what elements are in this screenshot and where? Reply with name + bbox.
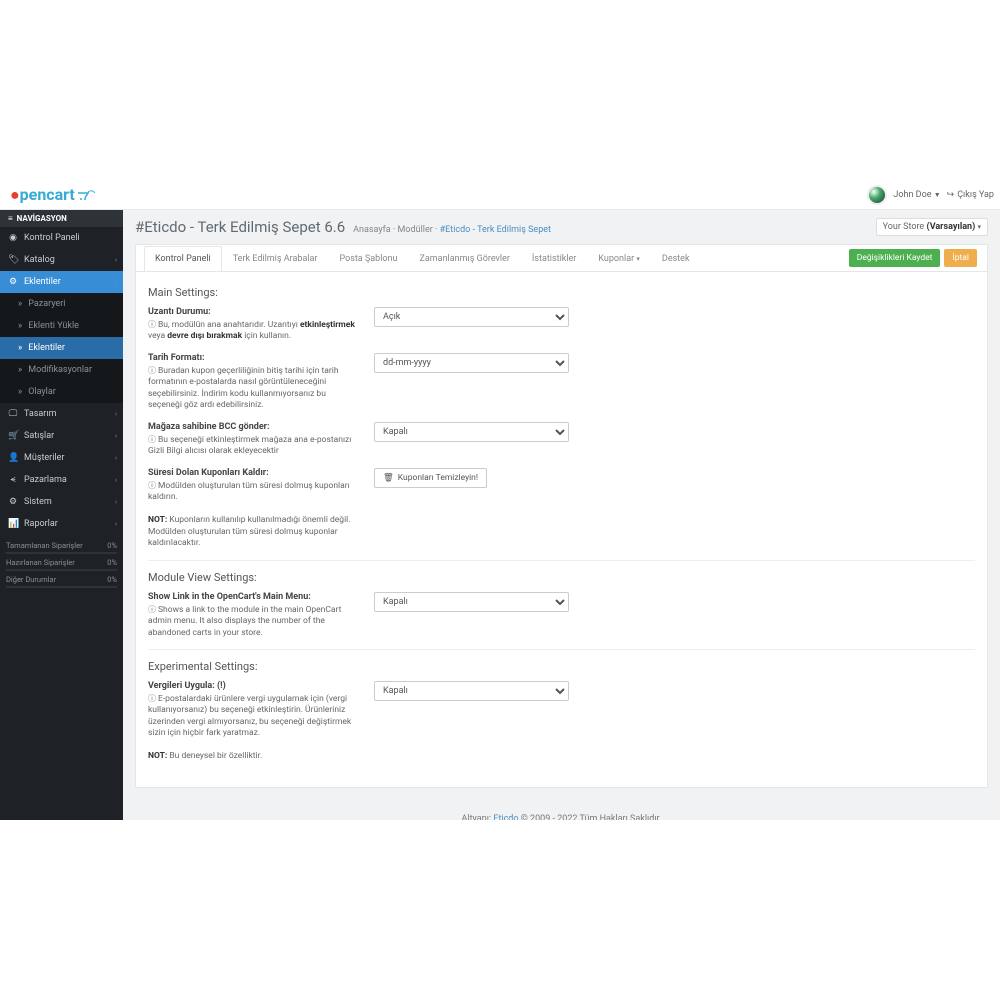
clear-coupons-button[interactable]: 🗑Kuponları Temizleyin! [374, 468, 487, 488]
sidebar-sub-extensions[interactable]: » Eklentiler [0, 337, 123, 359]
logo: ●pencart [10, 185, 95, 205]
sidebar: ≡ NAVİGASYON ◉Kontrol Paneli 🏷Katalog› ⚙… [0, 210, 123, 820]
avatar[interactable] [867, 185, 887, 205]
extension-status-select[interactable]: Açık [374, 307, 569, 327]
top-header: ●pencart John Doe ▼ ↪ Çıkış Yap [0, 180, 1000, 210]
store-selector[interactable]: Your Store (Varsayılan) ▾ [876, 218, 988, 236]
sidebar-item-customers[interactable]: 👤Müşteriler› [0, 447, 123, 469]
nav-header: ≡ NAVİGASYON [0, 210, 123, 227]
dashboard-icon: ◉ [8, 233, 18, 243]
chart-icon: 📊 [8, 519, 18, 529]
logout-button[interactable]: ↪ Çıkış Yap [947, 190, 994, 200]
breadcrumb-current[interactable]: #Eticdo - Terk Edilmiş Sepet [440, 225, 551, 235]
show-menu-link-select[interactable]: Kapalı [374, 592, 569, 612]
section-main-settings: Main Settings: [148, 286, 975, 299]
sidebar-item-reports[interactable]: 📊Raporlar› [0, 513, 123, 535]
sidebar-item-system[interactable]: ⚙Sistem› [0, 491, 123, 513]
sidebar-item-marketing[interactable]: ⪪Pazarlama› [0, 469, 123, 491]
trash-icon: 🗑 [383, 473, 394, 483]
tab-support[interactable]: Destek [651, 246, 701, 271]
sidebar-item-extensions[interactable]: ⚙Eklentiler› [0, 271, 123, 293]
share-icon: ⪪ [8, 475, 18, 485]
page-title: #Eticdo - Terk Edilmiş Sepet 6.6 Anasayf… [135, 218, 551, 236]
tab-statistics[interactable]: İstatistikler [521, 246, 587, 271]
section-experimental: Experimental Settings: [148, 660, 975, 673]
bcc-owner-select[interactable]: Kapalı [374, 422, 569, 442]
tab-coupons[interactable]: Kuponlar ▾ [587, 246, 651, 271]
tab-control-panel[interactable]: Kontrol Paneli [144, 246, 222, 271]
puzzle-icon: ⚙ [8, 277, 18, 287]
apply-taxes-select[interactable]: Kapalı [374, 681, 569, 701]
sidebar-sub-installer[interactable]: » Eklenti Yükle [0, 315, 123, 337]
sidebar-sub-marketplace[interactable]: » Pazaryeri [0, 293, 123, 315]
save-button[interactable]: Değişiklikleri Kaydet [849, 249, 941, 267]
tab-mail-template[interactable]: Posta Şablonu [328, 246, 408, 271]
section-module-view: Module View Settings: [148, 571, 975, 584]
sidebar-item-dashboard[interactable]: ◉Kontrol Paneli [0, 227, 123, 249]
sidebar-item-sales[interactable]: 🛒Satışlar› [0, 425, 123, 447]
footer-link[interactable]: Eticdo [493, 814, 518, 820]
sidebar-item-design[interactable]: 🖵Tasarım› [0, 403, 123, 425]
user-menu[interactable]: John Doe ▼ [893, 190, 940, 200]
gear-icon: ⚙ [8, 497, 18, 507]
date-format-select[interactable]: dd-mm-yyyy [374, 353, 569, 373]
sidebar-item-catalog[interactable]: 🏷Katalog› [0, 249, 123, 271]
desktop-icon: 🖵 [8, 409, 18, 419]
tab-abandoned-carts[interactable]: Terk Edilmiş Arabalar [222, 246, 329, 271]
footer: Altyapı: Eticdo © 2009 - 2022 Tüm Haklar… [123, 808, 1000, 820]
breadcrumb: Anasayfa · Modüller · #Eticdo - Terk Edi… [353, 225, 551, 235]
tag-icon: 🏷 [8, 255, 18, 265]
cart-icon: 🛒 [8, 431, 18, 441]
user-icon: 👤 [8, 453, 18, 463]
tab-scheduled-tasks[interactable]: Zamanlanmış Görevler [409, 246, 521, 271]
sidebar-sub-events[interactable]: » Olaylar [0, 381, 123, 403]
sidebar-sub-modifications[interactable]: » Modifikasyonlar [0, 359, 123, 381]
cancel-button[interactable]: İptal [944, 249, 977, 267]
